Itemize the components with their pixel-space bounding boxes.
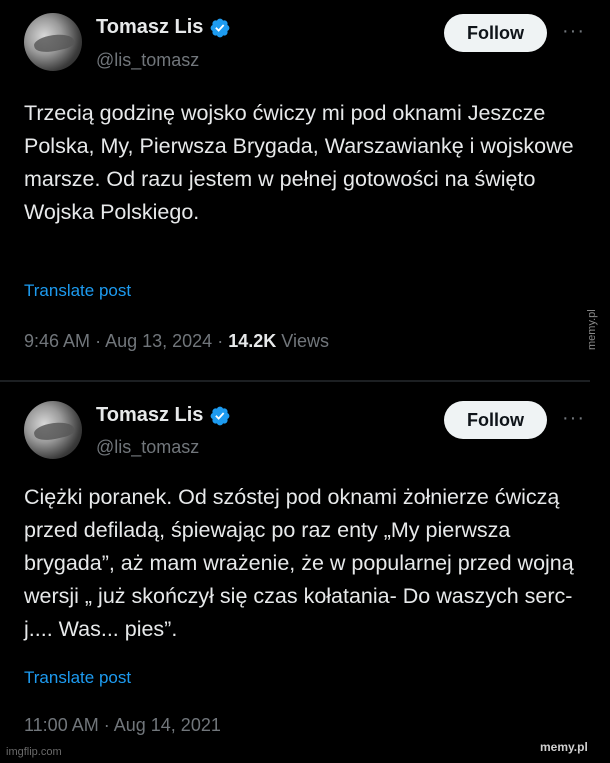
follow-button[interactable]: Follow xyxy=(444,401,547,439)
verified-badge-icon xyxy=(211,18,230,37)
tweet-date[interactable]: Aug 13, 2024 xyxy=(105,331,212,351)
author-handle[interactable]: @lis_tomasz xyxy=(96,437,199,458)
author-handle[interactable]: @lis_tomasz xyxy=(96,50,199,71)
translate-post-link[interactable]: Translate post xyxy=(24,668,131,688)
separator: · xyxy=(103,715,110,735)
author-row: Tomasz Lis xyxy=(96,404,231,427)
more-options-icon[interactable]: ··· xyxy=(562,20,585,43)
watermark-imgflip: imgflip.com xyxy=(6,746,62,758)
avatar[interactable] xyxy=(24,401,82,459)
views-label: Views xyxy=(281,331,329,351)
divider xyxy=(0,380,590,382)
separator: · xyxy=(217,331,224,351)
author-row: Tomasz Lis xyxy=(96,16,231,39)
translate-post-link[interactable]: Translate post xyxy=(24,281,131,301)
separator: · xyxy=(95,331,102,351)
views-count: 14.2K xyxy=(228,331,277,351)
tweet-card: Tomasz Lis @lis_tomasz Follow ··· Trzeci… xyxy=(0,0,590,378)
verified-badge-icon xyxy=(211,406,230,425)
author-name[interactable]: Tomasz Lis xyxy=(96,404,203,427)
watermark-vertical: memy.pl xyxy=(586,309,598,350)
tweet-card: Tomasz Lis @lis_tomasz Follow ··· Ciężki… xyxy=(0,390,590,763)
tweet-meta: 11:00 AM · Aug 14, 2021 xyxy=(24,715,221,736)
tweet-text: Trzecią godzinę wojsko ćwiczy mi pod okn… xyxy=(24,101,574,224)
tweet-text: Ciężki poranek. Od szóstej pod oknami żo… xyxy=(24,485,574,641)
avatar[interactable] xyxy=(24,13,82,71)
tweet-time[interactable]: 11:00 AM xyxy=(24,715,99,735)
author-name[interactable]: Tomasz Lis xyxy=(96,16,203,39)
follow-button[interactable]: Follow xyxy=(444,14,547,52)
tweet-time[interactable]: 9:46 AM xyxy=(24,331,90,351)
tweet-meta: 9:46 AM · Aug 13, 2024 · 14.2K Views xyxy=(24,331,329,352)
tweet-date[interactable]: Aug 14, 2021 xyxy=(114,715,221,735)
watermark-memy: memy.pl xyxy=(540,740,588,754)
more-options-icon[interactable]: ··· xyxy=(562,407,585,430)
